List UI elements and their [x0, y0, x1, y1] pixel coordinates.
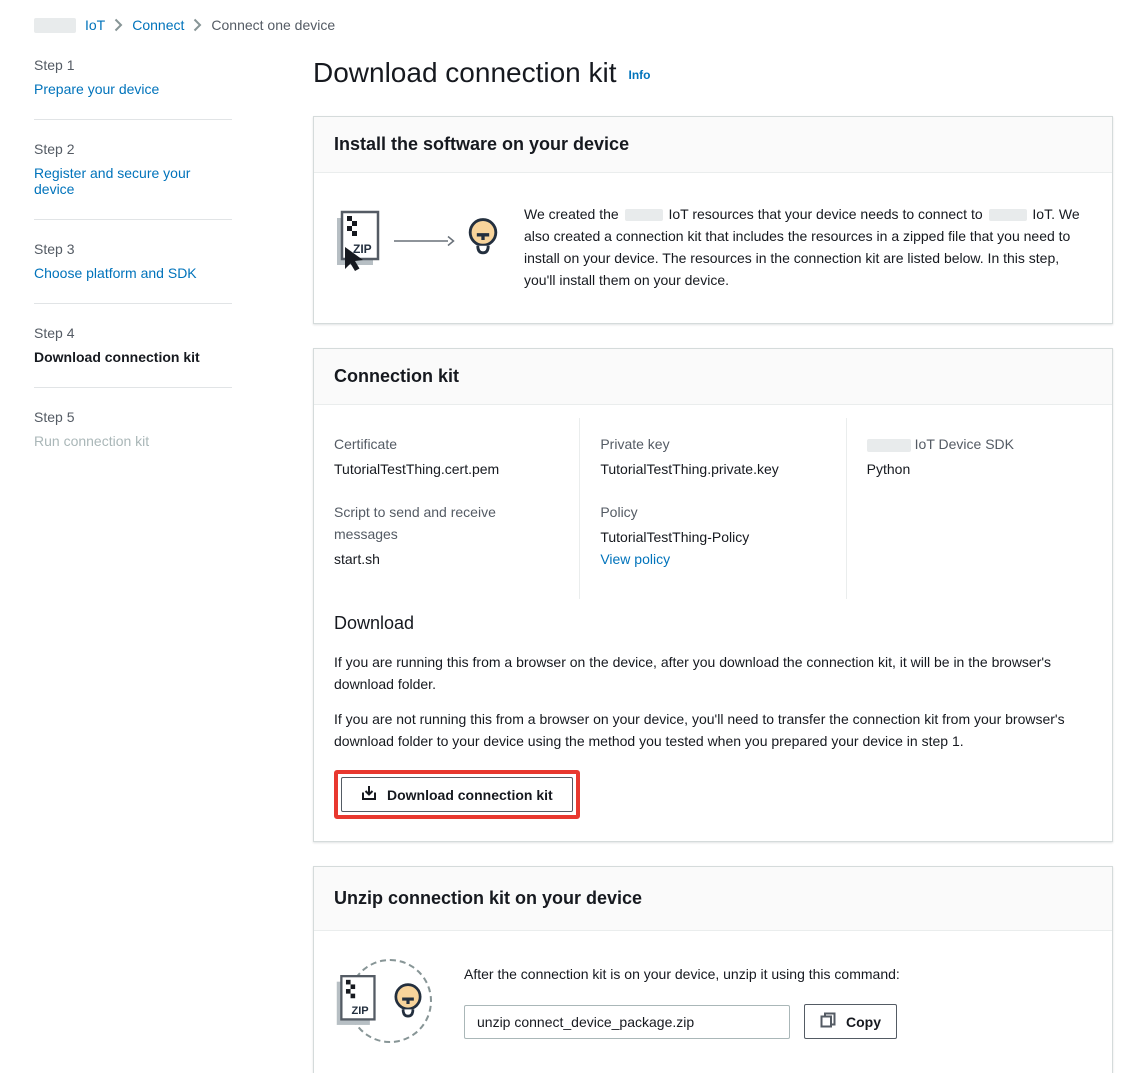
redacted-brand	[867, 439, 911, 452]
policy-label: Policy	[600, 501, 825, 523]
connection-kit-card: Connection kit Certificate TutorialTestT…	[313, 348, 1113, 842]
kit-column-1: Certificate TutorialTestThing.cert.pem S…	[314, 418, 579, 599]
policy-value: TutorialTestThing-Policy	[600, 526, 825, 548]
install-description: We created the IoT resources that your d…	[524, 203, 1092, 291]
sidebar-step-2: Step 2 Register and secure your device	[34, 141, 232, 197]
policy-field: Policy TutorialTestThing-Policy View pol…	[600, 501, 825, 570]
breadcrumb-link-connect[interactable]: Connect	[132, 17, 184, 33]
download-connection-kit-button[interactable]: Download connection kit	[341, 777, 573, 812]
breadcrumb-link-iot[interactable]: IoT	[85, 17, 105, 33]
breadcrumb: IoT Connect Connect one device	[0, 0, 1128, 33]
connection-kit-columns: Certificate TutorialTestThing.cert.pem S…	[314, 405, 1112, 605]
divider	[34, 219, 232, 220]
svg-text:ZIP: ZIP	[351, 1005, 368, 1017]
private-key-field: Private key TutorialTestThing.private.ke…	[600, 433, 825, 480]
step-eyebrow: Step 3	[34, 241, 232, 257]
card-header: Unzip connection kit on your device	[314, 867, 1112, 931]
unzip-command-input[interactable]	[464, 1005, 790, 1039]
download-section: Download If you are running this from a …	[314, 605, 1112, 841]
unzip-card-title: Unzip connection kit on your device	[334, 888, 1092, 909]
certificate-field: Certificate TutorialTestThing.cert.pem	[334, 433, 559, 480]
download-paragraph-1: If you are running this from a browser o…	[334, 651, 1092, 695]
install-illustration: ZIP	[334, 209, 506, 274]
sidebar-step-disabled-run: Run connection kit	[34, 433, 232, 449]
sidebar-step-link-prepare[interactable]: Prepare your device	[34, 81, 232, 97]
private-key-value: TutorialTestThing.private.key	[600, 458, 825, 480]
zip-file-icon: ZIP	[334, 973, 380, 1032]
svg-text:ZIP: ZIP	[353, 242, 372, 256]
certificate-value: TutorialTestThing.cert.pem	[334, 458, 559, 480]
card-header: Install the software on your device	[314, 117, 1112, 173]
copy-icon	[820, 1012, 836, 1031]
kit-column-3: IoT Device SDK Python	[846, 418, 1112, 599]
info-link[interactable]: Info	[629, 68, 651, 82]
script-value: start.sh	[334, 548, 559, 570]
download-heading: Download	[334, 613, 1092, 634]
unzip-card: Unzip connection kit on your device ZI	[313, 866, 1113, 1073]
sidebar-step-1: Step 1 Prepare your device	[34, 57, 232, 97]
download-paragraph-2: If you are not running this from a brows…	[334, 708, 1092, 752]
sdk-field: IoT Device SDK Python	[867, 433, 1092, 480]
chevron-right-icon	[114, 18, 123, 32]
sidebar-step-link-register[interactable]: Register and secure your device	[34, 165, 232, 197]
chevron-right-icon	[193, 18, 202, 32]
sidebar-step-link-platform[interactable]: Choose platform and SDK	[34, 265, 232, 281]
breadcrumb-current: Connect one device	[211, 17, 335, 33]
certificate-label: Certificate	[334, 433, 559, 455]
unzip-instruction: After the connection kit is on your devi…	[464, 963, 1092, 985]
step-eyebrow: Step 4	[34, 325, 232, 341]
script-field: Script to send and receive messages star…	[334, 501, 559, 570]
kit-column-2: Private key TutorialTestThing.private.ke…	[579, 418, 845, 599]
zip-file-icon: ZIP	[334, 209, 384, 274]
arrow-right-icon	[394, 234, 456, 250]
sdk-value: Python	[867, 458, 1092, 480]
step-eyebrow: Step 1	[34, 57, 232, 73]
sidebar-step-5: Step 5 Run connection kit	[34, 409, 232, 449]
sidebar-step-4: Step 4 Download connection kit	[34, 325, 232, 365]
red-annotation-box: Download connection kit	[334, 770, 580, 819]
view-policy-link[interactable]: View policy	[600, 548, 670, 570]
divider	[34, 119, 232, 120]
step-eyebrow: Step 5	[34, 409, 232, 425]
divider	[34, 387, 232, 388]
divider	[34, 303, 232, 304]
install-software-card: Install the software on your device ZIP	[313, 116, 1113, 324]
step-eyebrow: Step 2	[34, 141, 232, 157]
download-icon	[361, 785, 377, 804]
redacted-brand	[989, 209, 1027, 221]
card-header: Connection kit	[314, 349, 1112, 405]
unzip-illustration: ZIP	[334, 957, 446, 1055]
device-bulb-icon	[464, 216, 502, 267]
sdk-label: IoT Device SDK	[867, 433, 1092, 455]
steps-sidebar: Step 1 Prepare your device Step 2 Regist…	[34, 57, 232, 1073]
sidebar-step-3: Step 3 Choose platform and SDK	[34, 241, 232, 281]
redacted-brand	[34, 18, 76, 33]
install-card-title: Install the software on your device	[334, 134, 1092, 155]
connection-kit-title: Connection kit	[334, 366, 1092, 387]
sidebar-step-current-download[interactable]: Download connection kit	[34, 349, 232, 365]
script-label: Script to send and receive messages	[334, 501, 559, 545]
private-key-label: Private key	[600, 433, 825, 455]
page-title: Download connection kitInfo	[313, 57, 1113, 89]
redacted-brand	[625, 209, 663, 221]
copy-button[interactable]: Copy	[804, 1004, 897, 1039]
device-bulb-icon	[390, 981, 426, 1030]
